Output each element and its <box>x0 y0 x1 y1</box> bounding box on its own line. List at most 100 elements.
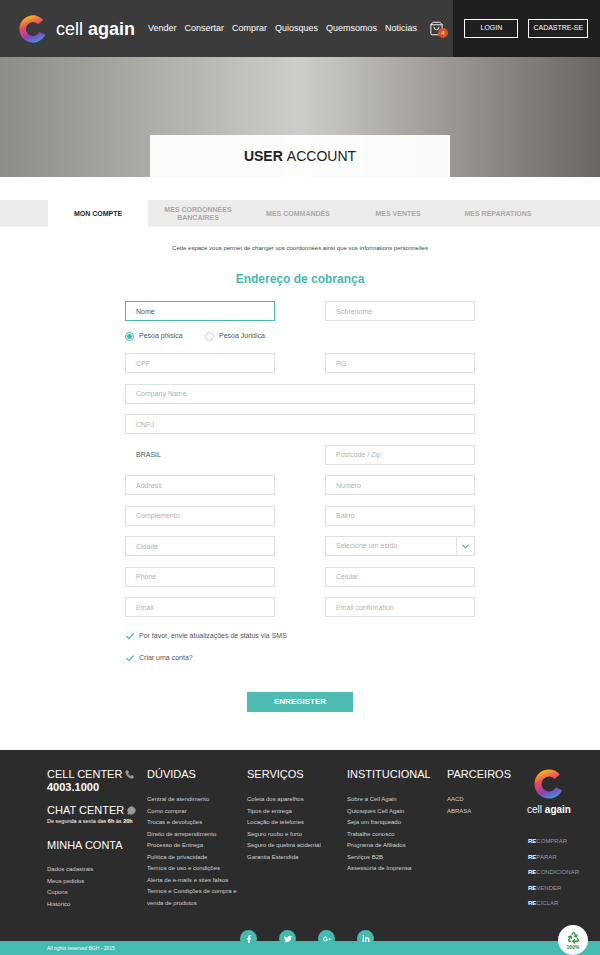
account-form: Cette espace vous permet de changer vos … <box>0 227 600 712</box>
tab[interactable]: MON COMPTE <box>48 200 148 227</box>
cell-center-title: CELL CENTER <box>47 768 147 781</box>
footer-logo-text: cell again <box>527 804 571 816</box>
footer-link[interactable]: Tipos de entrega <box>247 806 343 818</box>
field-row: CNPJ <box>125 414 475 434</box>
field-text: Sobrenome <box>336 307 372 316</box>
footer-link[interactable]: Quiosques Cell Again <box>347 806 443 818</box>
nav-item[interactable]: Noticias <box>385 22 417 36</box>
footer-link[interactable]: Central de atendimento <box>147 794 243 806</box>
text-field[interactable]: Numero <box>325 475 475 495</box>
text-field[interactable]: Email confirmation <box>325 597 475 617</box>
footer-link[interactable]: Trabalhe conosco <box>347 829 443 841</box>
nav-item[interactable]: Quemsomos <box>326 22 377 36</box>
recycle-badge: 100% <box>558 925 588 955</box>
select-toggle[interactable] <box>456 537 474 555</box>
logo-text: cell again <box>56 20 135 38</box>
text-field[interactable]: RG <box>325 353 475 373</box>
submit-button[interactable]: ENREGISTER <box>247 692 353 712</box>
footer-link[interactable]: Como comprar <box>147 806 243 818</box>
cart[interactable]: 4 <box>429 0 453 57</box>
footer-link[interactable]: Sobre a Cell Again <box>347 794 443 806</box>
footer-link[interactable]: Termos de uso e condições <box>147 863 243 875</box>
check-icon <box>125 631 135 642</box>
text-field[interactable]: Celular <box>325 567 475 587</box>
person-type-radios: Pesoa phisica Pesoa Juridica <box>125 329 475 343</box>
form-fields: Nome Sobrenome Pesoa phisica Pesoa Juridica… <box>125 287 475 664</box>
footer-column-title: INSTITUCIONAL <box>347 768 443 781</box>
footer-link[interactable]: Meus pedidos <box>47 876 147 888</box>
text-field[interactable]: Cidade <box>125 536 275 556</box>
phone-icon <box>125 770 134 779</box>
footer-link[interactable]: Programa de Afiliados <box>347 840 443 852</box>
text-field[interactable]: Complemento <box>125 506 275 526</box>
nav-item[interactable]: Consertar <box>184 22 224 36</box>
checkbox-option[interactable]: Por favor, envie atualizações de status … <box>125 630 475 642</box>
footer-link[interactable]: Política de privacidade <box>147 852 243 864</box>
text-field[interactable]: Phone <box>125 567 275 587</box>
field-text: BRASIL <box>136 450 161 459</box>
text-field[interactable]: Sobrenome <box>325 301 475 321</box>
nav-item[interactable]: Vender <box>148 22 177 36</box>
footer-link[interactable]: Histórico <box>47 899 147 911</box>
footer-link[interactable]: Serviços B2B <box>347 852 443 864</box>
auth-button[interactable]: LOGIN <box>464 19 518 38</box>
social-button[interactable] <box>279 930 296 947</box>
auth-button[interactable]: CADASTRE-SE <box>528 19 588 38</box>
footer-link-column: PARCEIROSAACDABRASA <box>447 768 528 912</box>
footer-link[interactable]: Direito de arrependimento <box>147 829 243 841</box>
footer-column-title: SERVIÇOS <box>247 768 343 781</box>
footer-link[interactable]: Alerta de e-mails e sites falsos <box>147 875 243 887</box>
footer-column-title: DÚVIDAS <box>147 768 243 781</box>
re-item[interactable]: REPARAR <box>528 850 579 866</box>
tab[interactable]: MES RÉPARATIONS <box>448 200 548 227</box>
footer-link[interactable]: Trocas e devoluções <box>147 817 243 829</box>
social-button[interactable] <box>240 930 257 947</box>
social-button[interactable] <box>318 930 335 947</box>
text-field[interactable]: Nome <box>125 301 275 321</box>
nav-item[interactable]: Quiosques <box>275 22 318 36</box>
checkbox-option[interactable]: Criar uma conta? <box>125 652 475 664</box>
footer-link[interactable]: Termos e Condições de compra e venda de … <box>147 886 243 909</box>
field-row: BRASIL Postcode / Zip <box>125 445 475 465</box>
re-item[interactable]: RECICLAR <box>528 896 579 912</box>
social-button[interactable] <box>357 930 374 947</box>
text-field[interactable]: Address <box>125 475 275 495</box>
nav-item[interactable]: Comprar <box>232 22 267 36</box>
text-field[interactable]: CPF <box>125 353 275 373</box>
logo[interactable]: cell again <box>0 0 138 57</box>
footer-link[interactable]: Garantia Estendida <box>247 852 343 864</box>
text-field[interactable]: Bairro <box>325 506 475 526</box>
footer-link[interactable]: Cupons <box>47 887 147 899</box>
re-item[interactable]: RECOMPRAR <box>528 834 579 850</box>
radio-option[interactable]: Pesoa Juridica <box>205 329 285 343</box>
radio-option[interactable]: Pesoa phisica <box>125 329 205 343</box>
text-field[interactable]: Company Name <box>125 384 475 404</box>
text-field[interactable]: CNPJ <box>125 414 475 434</box>
footer-link[interactable]: ABRASA <box>447 806 524 818</box>
radio-label: Pesoa Juridica <box>219 331 265 342</box>
twitter-icon <box>284 935 292 943</box>
footer-link[interactable]: Assessoria de Imprensa <box>347 863 443 875</box>
footer-link[interactable]: Coleta dos aparelhos <box>247 794 343 806</box>
tab[interactable]: MES VENTES <box>348 200 448 227</box>
footer-link[interactable]: Seguro de quebra acidental <box>247 840 343 852</box>
text-field[interactable]: Postcode / Zip <box>325 445 475 465</box>
tab[interactable]: MES CORDONNÉES BANCAIRES <box>148 200 248 227</box>
footer-logo[interactable]: cell again <box>528 768 570 816</box>
field-text: RG <box>336 359 347 368</box>
country-field[interactable]: BRASIL <box>125 445 275 465</box>
footer-link[interactable]: Processo de Entrega <box>147 840 243 852</box>
text-field[interactable]: Email <box>125 597 275 617</box>
re-item[interactable]: REVENDER <box>528 881 579 897</box>
field-row: Email Email confirmation <box>125 597 475 617</box>
tab[interactable]: MES COMMANDÉS <box>248 200 348 227</box>
intro-text: Cette espace vous permet de changer vos … <box>172 243 428 253</box>
footer-link[interactable]: Seja um franqueado <box>347 817 443 829</box>
state-select[interactable]: Selecione um estdo <box>325 536 475 556</box>
field-text: Phone <box>136 572 156 581</box>
re-item[interactable]: RECONDICIONAR <box>528 865 579 881</box>
footer-link[interactable]: Seguro roubo e furto <box>247 829 343 841</box>
footer-link[interactable]: AACD <box>447 794 524 806</box>
footer-link[interactable]: Locação de telefones <box>247 817 343 829</box>
footer-link[interactable]: Dados cadastrais <box>47 864 147 876</box>
